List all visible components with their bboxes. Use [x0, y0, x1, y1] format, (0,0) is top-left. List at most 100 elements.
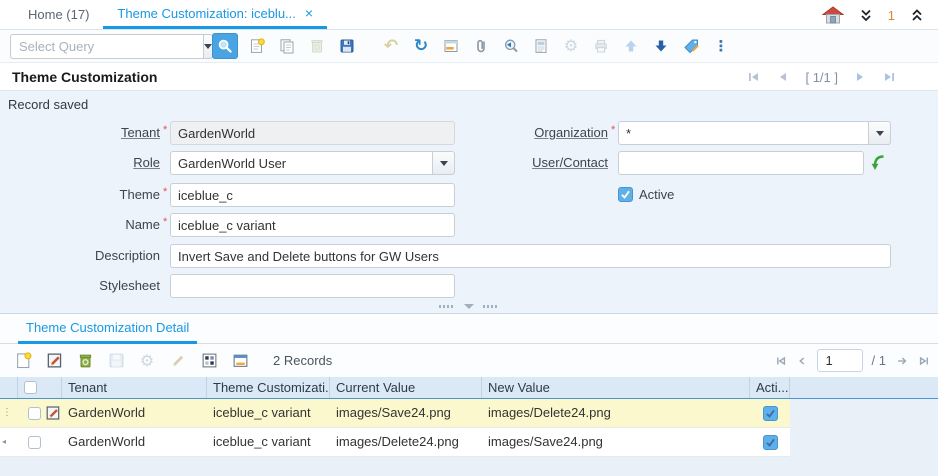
description-label: Description — [94, 248, 160, 263]
detail-save-row-icon[interactable] — [105, 349, 127, 373]
detail-last-page-icon[interactable] — [918, 355, 930, 367]
cell-theme-customization: iceblue_c variant — [213, 434, 311, 449]
panel-splitter[interactable] — [0, 300, 938, 314]
theme-required-marker: * — [163, 186, 168, 198]
table-row[interactable]: ⋮ GardenWorld iceblue_c variant images/S… — [0, 399, 790, 428]
label-icon[interactable] — [680, 34, 702, 58]
role-label[interactable]: Role — [8, 151, 160, 175]
grid-header: Tenant Theme Customizati... Current Valu… — [0, 377, 938, 399]
next-record-icon[interactable] — [853, 70, 867, 84]
record-lookup-icon[interactable] — [869, 153, 888, 172]
record-position: [ 1/1 ] — [805, 69, 838, 85]
delete-record-icon[interactable] — [306, 34, 328, 58]
detail-new-row-icon[interactable] — [12, 349, 34, 373]
name-field[interactable] — [170, 213, 455, 237]
process-icon[interactable]: ⚙ — [560, 34, 582, 58]
column-header-active[interactable]: Acti... — [750, 377, 790, 398]
detail-delete-row-icon[interactable] — [74, 349, 96, 373]
active-label: Active — [639, 187, 675, 202]
organization-field[interactable] — [618, 121, 868, 145]
save-icon[interactable] — [336, 34, 358, 58]
detail-ignore-changes-icon[interactable] — [167, 349, 189, 373]
previous-record-icon[interactable] — [776, 70, 790, 84]
cell-tenant: GardenWorld — [68, 434, 146, 449]
row-edit-icon[interactable] — [45, 405, 61, 421]
tab-theme-customization[interactable]: Theme Customization: iceblu... × — [103, 0, 328, 29]
organization-required-marker: * — [611, 124, 616, 136]
collapse-all-icon[interactable] — [859, 8, 873, 23]
expand-all-icon[interactable] — [910, 8, 924, 23]
find-record-button[interactable] — [212, 33, 238, 59]
theme-field[interactable] — [170, 183, 455, 207]
tenant-field[interactable] — [170, 121, 455, 145]
active-checkbox[interactable] — [618, 187, 633, 202]
detail-first-page-icon[interactable] — [775, 355, 787, 367]
column-header-theme-customization[interactable]: Theme Customizati... — [207, 377, 330, 398]
first-record-icon[interactable] — [747, 70, 761, 84]
detail-panel: Theme Customization Detail ⚙ 2 Records 1… — [0, 314, 938, 476]
tab-close-icon[interactable]: × — [305, 6, 313, 20]
home-icon[interactable] — [821, 5, 844, 25]
zoom-across-icon[interactable] — [500, 34, 522, 58]
parent-record-icon[interactable] — [620, 34, 642, 58]
cell-active-checkbox[interactable] — [763, 406, 778, 421]
description-field[interactable] — [170, 244, 891, 268]
column-header-current-value[interactable]: Current Value — [330, 377, 482, 398]
role-dropdown-button[interactable] — [432, 151, 455, 175]
column-header-tenant[interactable]: Tenant — [62, 377, 207, 398]
report-icon[interactable] — [530, 34, 552, 58]
tab-home[interactable]: Home (17) — [14, 0, 103, 29]
detail-next-page-icon[interactable] — [895, 355, 909, 367]
more-options-icon[interactable]: ⋮ — [710, 34, 732, 58]
user-contact-field[interactable] — [618, 151, 864, 175]
record-navigation: [ 1/1 ] — [747, 63, 896, 91]
role-field[interactable] — [170, 151, 432, 175]
stylesheet-label: Stylesheet — [99, 278, 160, 293]
organization-combo — [618, 121, 891, 145]
select-query-combo — [10, 33, 213, 59]
stylesheet-field[interactable] — [170, 274, 455, 298]
cell-active-checkbox[interactable] — [763, 435, 778, 450]
row-drag-handle[interactable]: ⋮ — [2, 399, 12, 427]
user-contact-label[interactable]: User/Contact — [456, 151, 608, 175]
tab-theme-customization-label: Theme Customization: iceblu... — [117, 5, 296, 21]
organization-dropdown-button[interactable] — [868, 121, 891, 145]
detail-edit-row-icon[interactable] — [43, 349, 65, 373]
toggle-grid-icon[interactable] — [440, 34, 462, 58]
grid-gutter-header — [0, 377, 18, 398]
last-record-icon[interactable] — [882, 70, 896, 84]
detail-previous-page-icon[interactable] — [796, 355, 808, 367]
new-record-icon[interactable] — [246, 34, 268, 58]
toggle-detail-layout-icon[interactable] — [229, 349, 251, 373]
cell-new-value: images/Delete24.png — [488, 405, 611, 420]
toolbar-icons: ↶ ↻ ⚙ ⋮ — [212, 33, 732, 59]
row-select-checkbox[interactable] — [28, 407, 41, 420]
requery-icon[interactable]: ↻ — [410, 34, 432, 58]
detail-toolbar: ⚙ 2 Records 1 / 1 — [0, 344, 938, 377]
detail-process-row-icon[interactable]: ⚙ — [136, 349, 158, 373]
copy-record-icon[interactable] — [276, 34, 298, 58]
customize-grid-icon[interactable] — [198, 349, 220, 373]
theme-label: Theme — [119, 187, 160, 202]
undo-icon[interactable]: ↶ — [380, 34, 402, 58]
cell-theme-customization: iceblue_c variant — [213, 405, 311, 420]
organization-label[interactable]: Organization — [456, 121, 608, 145]
name-required-marker: * — [163, 216, 168, 228]
name-label: Name — [125, 217, 160, 232]
detail-record-icon[interactable] — [650, 34, 672, 58]
window-tab-bar: Home (17) Theme Customization: iceblu...… — [0, 0, 938, 30]
table-row[interactable]: ◂ GardenWorld iceblue_c variant images/D… — [0, 428, 790, 457]
splitter-collapse-icon[interactable] — [464, 304, 474, 309]
role-combo — [170, 151, 455, 175]
attachment-icon[interactable] — [470, 34, 492, 58]
print-icon[interactable] — [590, 34, 612, 58]
select-all-checkbox[interactable] — [24, 381, 37, 394]
select-query-input[interactable] — [10, 33, 203, 59]
tab-theme-customization-detail[interactable]: Theme Customization Detail — [18, 314, 198, 344]
column-header-new-value[interactable]: New Value — [482, 377, 750, 398]
row-select-checkbox[interactable] — [28, 436, 41, 449]
tenant-label[interactable]: Tenant — [8, 121, 160, 145]
cell-current-value: images/Delete24.png — [336, 434, 459, 449]
tab-home-label: Home (17) — [28, 7, 90, 22]
detail-page-input[interactable] — [816, 349, 863, 372]
